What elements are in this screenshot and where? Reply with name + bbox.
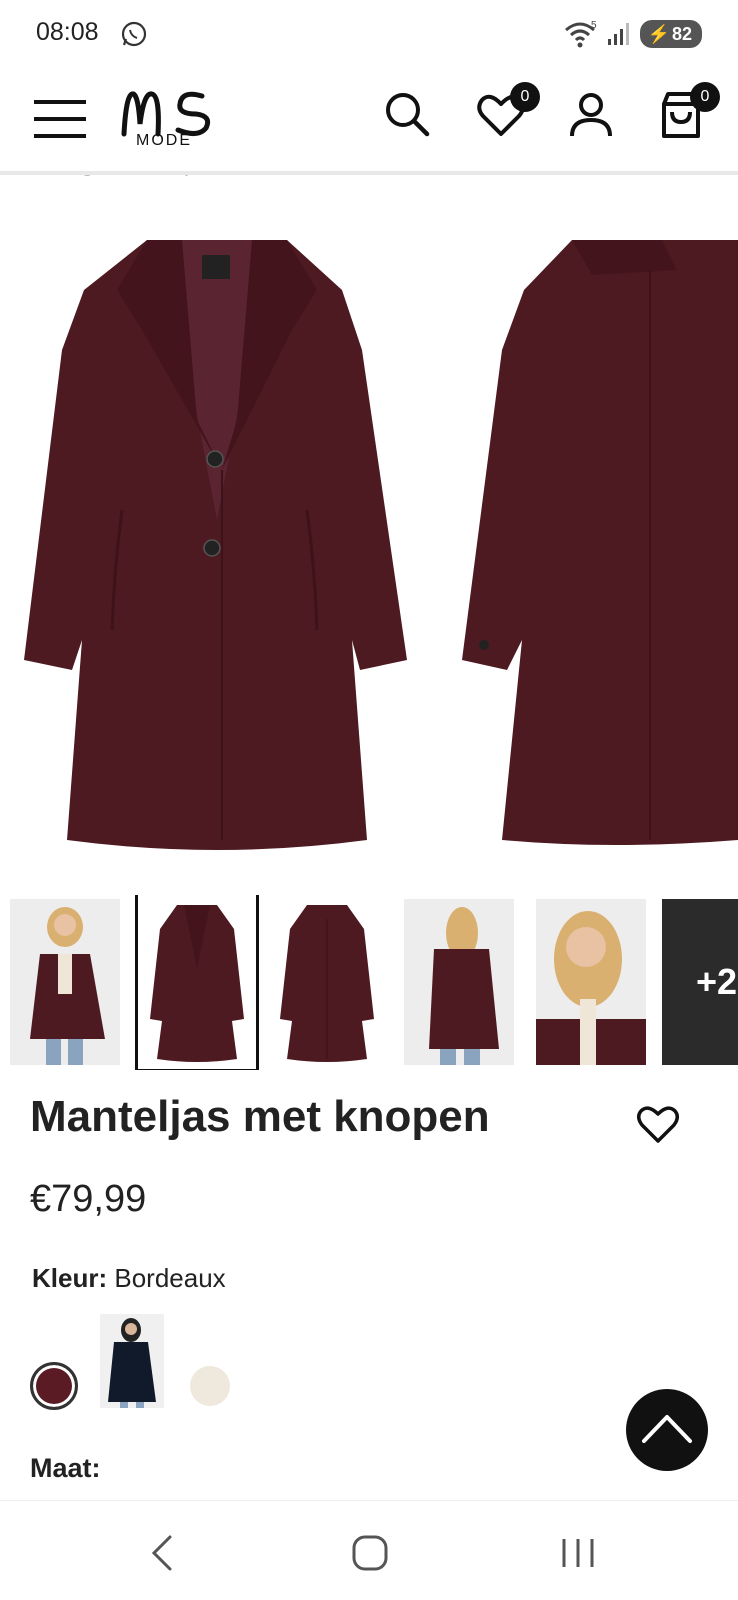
ms-mode-logo[interactable]: MODE xyxy=(120,84,220,154)
scroll-to-top-button[interactable] xyxy=(626,1389,708,1471)
svg-text:5: 5 xyxy=(591,20,597,31)
cart-count-badge: 0 xyxy=(690,82,720,112)
product-title: Manteljas met knopen xyxy=(30,1092,490,1141)
recent-apps-icon[interactable] xyxy=(556,1531,600,1575)
color-value: Bordeaux xyxy=(114,1263,226,1293)
thumbnail-4[interactable] xyxy=(404,899,514,1065)
more-images-count: +2 xyxy=(696,961,738,1002)
thumbnail-model-front xyxy=(10,899,120,1065)
home-icon[interactable] xyxy=(348,1531,392,1575)
product-image-gallery[interactable] xyxy=(0,180,738,870)
user-icon[interactable] xyxy=(566,90,616,140)
color-label: Kleur: xyxy=(32,1263,108,1293)
wishlist-count-badge: 0 xyxy=(510,82,540,112)
cart-button[interactable]: 0 xyxy=(656,82,720,140)
system-navigation-bar xyxy=(0,1500,738,1600)
site-header: MODE 0 0 xyxy=(0,70,738,175)
hamburger-icon[interactable] xyxy=(34,98,86,140)
battery-level: 82 xyxy=(671,23,692,44)
swatch-black-variant[interactable] xyxy=(100,1314,164,1408)
thumbnail-5[interactable] xyxy=(536,899,646,1065)
swatch-bordeaux-selected[interactable] xyxy=(30,1362,78,1410)
back-icon[interactable] xyxy=(142,1531,186,1575)
signal-icon xyxy=(607,23,629,45)
wifi-icon: 5 xyxy=(564,20,597,48)
thumbnail-more[interactable]: +2 xyxy=(662,899,738,1065)
thumbnail-model-back xyxy=(404,899,514,1065)
thumbnail-strip: +2 xyxy=(0,895,738,1070)
logo-mark xyxy=(121,91,211,137)
charging-icon: ⚡ xyxy=(647,23,670,44)
product-image-back[interactable] xyxy=(462,220,738,850)
product-image-front[interactable] xyxy=(22,220,412,850)
battery-indicator: ⚡ 82 xyxy=(639,20,702,48)
logo-text: MODE xyxy=(136,132,192,149)
thumbnail-1[interactable] xyxy=(10,899,120,1065)
thumbnail-2-selected[interactable] xyxy=(135,895,259,1070)
status-bar: 08:08 5 ⚡ 82 xyxy=(0,0,738,70)
status-indicators: 5 ⚡ 82 xyxy=(564,20,702,48)
product-price: €79,99 xyxy=(30,1178,147,1220)
thumbnail-model-portrait xyxy=(536,899,646,1065)
search-icon[interactable] xyxy=(383,90,433,140)
wishlist-button[interactable]: 0 xyxy=(476,82,540,140)
swatch-cream[interactable] xyxy=(190,1366,230,1406)
thumbnail-coat-back xyxy=(280,905,374,1062)
size-label: Maat: xyxy=(30,1453,101,1483)
swatch-black-image xyxy=(100,1314,164,1408)
thumbnail-3[interactable] xyxy=(272,899,382,1065)
whatsapp-icon xyxy=(121,21,147,47)
status-time: 08:08 xyxy=(36,18,99,46)
thumbnail-coat-front xyxy=(150,905,244,1062)
color-selector-label: Kleur: Bordeaux xyxy=(32,1263,226,1294)
add-to-wishlist-heart-icon[interactable] xyxy=(636,1103,680,1145)
chevron-up-icon xyxy=(642,1415,692,1443)
